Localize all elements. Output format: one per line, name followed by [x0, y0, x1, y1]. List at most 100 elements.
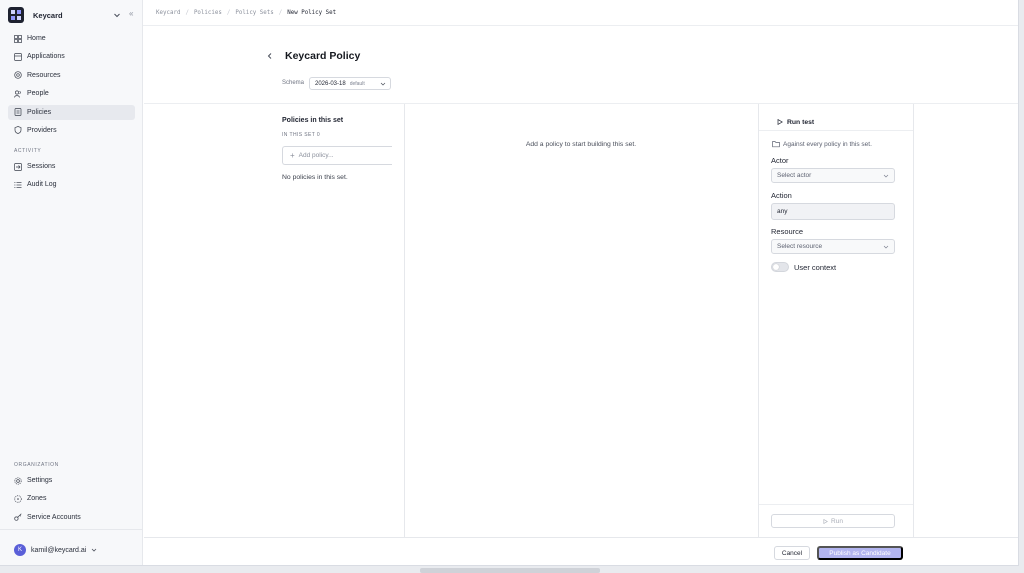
sidebar-item-label: Resources — [27, 71, 61, 79]
app-window: Keycard « Home Applications Resources Pe… — [0, 0, 1019, 566]
user-context-toggle[interactable] — [771, 262, 789, 272]
resource-label: Resource — [771, 227, 804, 236]
sidebar-item-label: Applications — [27, 53, 65, 61]
breadcrumb-keycard[interactable]: Keycard — [156, 10, 180, 16]
user-context-label: User context — [794, 262, 837, 272]
sidebar-item-label: Audit Log — [27, 181, 57, 189]
taskbar-strip — [420, 568, 600, 573]
schema-label: Schema — [282, 80, 305, 86]
chevron-down-icon — [92, 548, 97, 552]
resources-icon — [14, 71, 22, 79]
sidebar: Keycard « Home Applications Resources Pe… — [0, 0, 143, 565]
sidebar-item-label: Settings — [27, 477, 53, 484]
home-grid-icon — [14, 34, 22, 43]
add-policy-input[interactable]: + Add policy... — [282, 146, 392, 165]
breadcrumb-policies[interactable]: Policies — [194, 10, 222, 16]
schema-default-tag: default — [349, 80, 365, 87]
folder-icon — [772, 141, 780, 148]
organization-section-label: ORGANIZATION — [14, 462, 59, 468]
sidebar-item-label: Sessions — [27, 163, 56, 170]
schema-value: 2026-03-18 — [315, 80, 346, 87]
breadcrumb-current: New Policy Set — [287, 9, 337, 16]
sidebar-item-zones[interactable]: Zones — [8, 491, 135, 506]
main-nav: Home Applications Resources People Polic… — [8, 31, 135, 141]
key-icon — [14, 513, 22, 521]
sidebar-footer-divider — [0, 529, 143, 530]
sidebar-item-label: People — [27, 90, 49, 98]
sidebar-item-audit-log[interactable]: Audit Log — [8, 177, 135, 192]
sidebar-item-label: Home — [27, 35, 46, 42]
resource-select[interactable]: Select resource — [771, 239, 895, 254]
chevron-down-icon — [114, 13, 120, 18]
actor-label: Actor — [771, 156, 789, 165]
user-email: kamil@keycard.ai — [31, 546, 87, 554]
sidebar-item-label: Zones — [27, 495, 47, 503]
collapse-sidebar-icon[interactable]: « — [129, 9, 141, 21]
sidebar-item-applications[interactable]: Applications — [8, 49, 135, 64]
sidebar-item-home[interactable]: Home — [8, 31, 135, 46]
tab-run-test[interactable]: Run test — [771, 114, 823, 131]
sidebar-item-providers[interactable]: Providers — [8, 123, 135, 138]
chevron-down-icon — [883, 245, 889, 249]
cancel-button[interactable]: Cancel — [774, 546, 810, 560]
keycard-logo — [8, 7, 24, 23]
actor-select[interactable]: Select actor — [771, 168, 895, 183]
workspace-name: Keycard — [33, 10, 63, 20]
action-input[interactable]: any — [771, 203, 895, 220]
publish-as-candidate-button[interactable]: Publish as Candidate — [817, 546, 903, 560]
add-policy-placeholder: Add policy... — [298, 152, 334, 159]
chevron-down-icon — [380, 82, 386, 86]
organization-nav: Settings Zones Service Accounts — [8, 473, 135, 528]
sidebar-item-service-accounts[interactable]: Service Accounts — [8, 510, 135, 525]
user-menu[interactable]: K kamil@keycard.ai — [14, 544, 98, 556]
policies-icon — [14, 108, 22, 116]
gear-icon — [14, 476, 22, 485]
sidebar-item-label: Service Accounts — [27, 513, 81, 521]
play-icon — [777, 119, 783, 125]
workspace-switcher[interactable]: Keycard « — [8, 6, 135, 24]
actor-placeholder: Select actor — [777, 172, 812, 179]
list-icon — [14, 181, 22, 188]
breadcrumb-separator: / — [226, 9, 231, 16]
test-scope: Against every policy in this set. — [772, 140, 872, 148]
people-icon — [14, 90, 21, 98]
sidebar-item-label: Providers — [27, 126, 57, 134]
breadcrumb-separator: / — [185, 9, 189, 16]
run-button[interactable]: Run — [771, 514, 895, 528]
sidebar-item-label: Policies — [27, 108, 52, 116]
run-divider — [759, 504, 913, 505]
sidebar-item-people[interactable]: People — [8, 86, 135, 101]
run-test-panel: Run test Against every policy in this se… — [758, 104, 914, 537]
breadcrumb: Keycard / Policies / Policy Sets / New P… — [143, 0, 1018, 26]
policies-empty-state: No policies in this set. — [282, 174, 348, 181]
sessions-icon — [14, 162, 22, 171]
zones-icon — [14, 495, 22, 503]
sidebar-item-policies[interactable]: Policies — [8, 104, 135, 120]
resource-placeholder: Select resource — [777, 243, 823, 250]
tab-divider — [759, 130, 913, 131]
action-value: any — [777, 208, 788, 215]
applications-icon — [14, 53, 22, 61]
plus-icon: + — [290, 151, 295, 160]
avatar: K — [14, 544, 26, 556]
test-scope-text: Against every policy in this set. — [783, 140, 872, 148]
activity-nav: Sessions Audit Log — [8, 159, 135, 196]
sidebar-item-settings[interactable]: Settings — [8, 473, 135, 488]
run-label: Run — [831, 517, 843, 525]
breadcrumb-policy-sets[interactable]: Policy Sets — [235, 10, 273, 16]
action-bar: Cancel Publish as Candidate — [144, 537, 1018, 565]
action-label: Action — [771, 191, 792, 200]
policies-panel-title: Policies in this set — [282, 117, 344, 124]
sidebar-item-sessions[interactable]: Sessions — [8, 159, 135, 174]
breadcrumb-separator: / — [278, 9, 283, 16]
editor-empty-state: Add a policy to start building this set. — [525, 141, 637, 148]
back-arrow-icon[interactable] — [265, 51, 275, 61]
play-icon — [823, 518, 828, 524]
chevron-down-icon — [883, 174, 889, 178]
shield-icon — [14, 126, 22, 135]
schema-select[interactable]: 2026-03-18 default — [309, 77, 391, 90]
sidebar-item-resources[interactable]: Resources — [8, 68, 135, 83]
page-title: Keycard Policy — [285, 50, 361, 62]
keycard-logo-icon — [11, 10, 21, 20]
policies-count: IN THIS SET 0 — [282, 132, 321, 138]
